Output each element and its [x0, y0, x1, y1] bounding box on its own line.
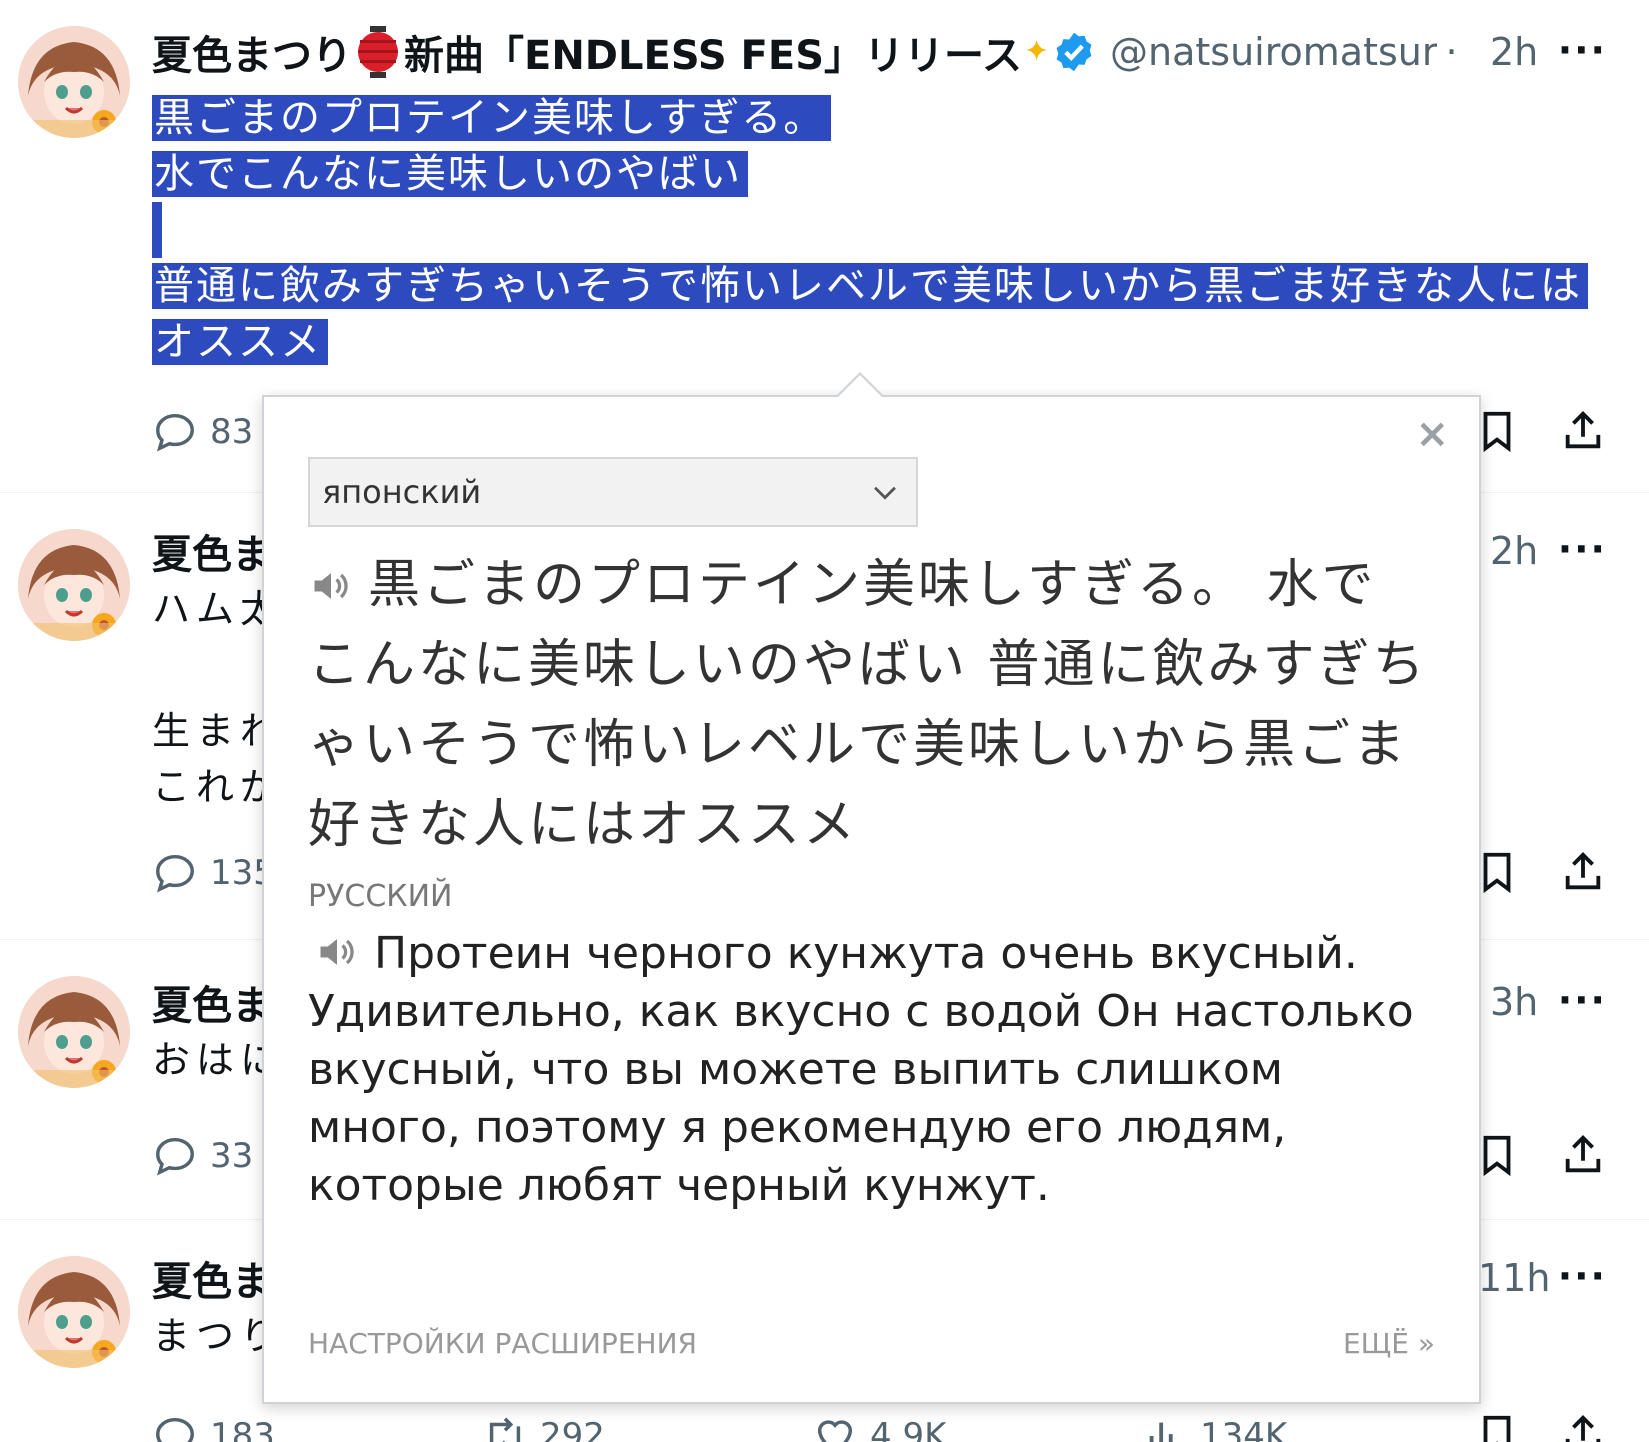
tweet-actions: 33	[152, 1128, 253, 1184]
like-button[interactable]: 4.9K	[812, 1413, 1142, 1442]
author-name[interactable]: 夏色ま	[152, 1249, 272, 1307]
tweet-time[interactable]: 2h	[1490, 523, 1538, 579]
source-language-value: японский	[322, 473, 482, 511]
source-language-select[interactable]: японский	[308, 457, 918, 527]
author-name[interactable]: 夏色まつり 新曲「ENDLESS FES」リリース ✦	[152, 23, 1050, 81]
more-options-icon[interactable]: ···	[1558, 972, 1607, 1028]
lantern-emoji-icon	[356, 26, 400, 78]
avatar[interactable]	[18, 529, 130, 641]
tweet-time[interactable]: 2h	[1490, 24, 1538, 80]
like-count: 4.9K	[870, 1416, 947, 1442]
blank-line	[152, 202, 1588, 258]
sparkle-emoji-icon: ✦	[1024, 34, 1050, 69]
retweet-button[interactable]: 292	[482, 1413, 812, 1442]
tweet-time[interactable]: 11h	[1478, 1250, 1550, 1306]
source-text: 黒ごまのプロテイン美味しすぎる。 水でこんなに美味しいのやばい 普通に飲みすぎち…	[308, 545, 1428, 865]
reply-button[interactable]: 135	[152, 850, 275, 896]
author-name[interactable]: 夏色ま	[152, 973, 272, 1031]
share-icon[interactable]	[1560, 1132, 1606, 1178]
separator-dot: ·	[1445, 30, 1458, 74]
tweet-header: 夏色まつり 新曲「ENDLESS FES」リリース ✦ @natsuiromat…	[152, 24, 1466, 80]
reply-count: 33	[210, 1136, 254, 1176]
text-line: 黒ごまのプロテイン美味しすぎる。	[152, 90, 1588, 146]
more-options-icon[interactable]: ···	[1558, 521, 1607, 577]
more-options-icon[interactable]: ···	[1558, 22, 1607, 78]
reply-count: 83	[210, 412, 254, 452]
reply-button[interactable]: 33	[152, 1133, 253, 1179]
speaker-icon[interactable]	[314, 930, 360, 974]
popup-pointer-inner	[838, 375, 882, 397]
tweet-actions: 183 292 4.9K 134K	[152, 1408, 1632, 1442]
extension-settings-link[interactable]: НАСТРОЙКИ РАСШИРЕНИЯ	[308, 1327, 697, 1360]
tweet-actions: 135	[152, 845, 275, 901]
speaker-icon[interactable]	[308, 564, 354, 608]
reply-icon	[156, 854, 194, 893]
reply-icon	[156, 1137, 194, 1176]
author-name[interactable]: 夏色ま	[152, 522, 272, 580]
translation-popup: × японский 黒ごまのプロテイン美味しすぎる。 水でこんなに美味しいのや…	[262, 395, 1481, 1404]
more-options-icon[interactable]: ···	[1558, 1248, 1607, 1304]
reply-count: 183	[210, 1416, 275, 1442]
tweet-header: 夏色ま	[152, 1250, 272, 1306]
share-icon[interactable]	[1560, 408, 1606, 454]
reply-button[interactable]: 183	[152, 1413, 482, 1442]
share-icon[interactable]	[1560, 1412, 1606, 1442]
close-icon[interactable]: ×	[1415, 411, 1449, 457]
more-link[interactable]: ЕЩЁ »	[1343, 1327, 1435, 1360]
text-line: 普通に飲みすぎちゃいそうで怖いレベルで美味しいから黒ごま好きな人には	[152, 258, 1588, 314]
tweet-time[interactable]: 3h	[1490, 974, 1538, 1030]
reply-button[interactable]: 83	[152, 409, 253, 455]
text-line: オススメ	[152, 314, 1588, 370]
translated-text: Протеин черного кунжута очень вкусный. У…	[308, 925, 1448, 1215]
views-button[interactable]: 134K	[1142, 1413, 1472, 1442]
target-language-label: РУССКИЙ	[308, 879, 453, 914]
views-icon	[1149, 1422, 1173, 1442]
tweet-header: 夏色ま	[152, 523, 272, 579]
heart-icon	[817, 1420, 853, 1442]
text-line: 水でこんなに美味しいのやばい	[152, 146, 1588, 202]
author-handle[interactable]: @natsuiromatsur	[1110, 30, 1437, 74]
tweet-actions: 83	[152, 404, 253, 460]
view-count: 134K	[1200, 1416, 1288, 1442]
retweet-count: 292	[540, 1416, 605, 1442]
verified-badge-icon	[1052, 30, 1096, 74]
tweet-header: 夏色ま	[152, 974, 272, 1030]
reply-icon	[156, 1417, 194, 1442]
avatar[interactable]	[18, 26, 130, 138]
retweet-icon	[489, 1417, 521, 1442]
chevron-down-icon	[874, 486, 896, 500]
avatar[interactable]	[18, 976, 130, 1088]
translated-text-content: Протеин черного кунжута очень вкусный. У…	[308, 928, 1414, 1211]
tweet-text-selected[interactable]: 黒ごまのプロテイン美味しすぎる。 水でこんなに美味しいのやばい 普通に飲みすぎち…	[152, 90, 1588, 370]
avatar[interactable]	[18, 1256, 130, 1368]
source-text-content: 黒ごまのプロテイン美味しすぎる。 水でこんなに美味しいのやばい 普通に飲みすぎち…	[308, 555, 1428, 855]
reply-icon	[156, 413, 194, 452]
bookmark-icon[interactable]	[1474, 1412, 1520, 1442]
share-icon[interactable]	[1560, 849, 1606, 895]
